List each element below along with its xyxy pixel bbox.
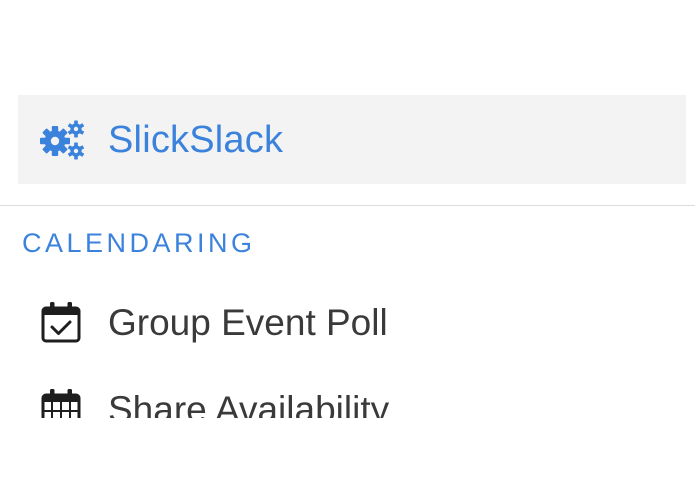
menu-item-group-event-poll[interactable]: Group Event Poll (0, 290, 695, 354)
menu-item-label: Share Availability (108, 388, 390, 419)
calendar-check-icon (41, 302, 81, 343)
app-name: SlickSlack (108, 118, 284, 161)
section-divider (0, 205, 695, 206)
section-heading-calendaring: CALENDARING (22, 228, 256, 258)
menu-item-label: Group Event Poll (108, 301, 388, 343)
calendaring-menu-list: Group Event Poll Share Availability (0, 290, 695, 418)
menu-item-share-availability[interactable]: Share Availability (0, 377, 695, 418)
calendar-grid-icon (41, 389, 81, 418)
app-header-button[interactable]: SlickSlack (18, 95, 686, 184)
gears-icon (40, 120, 85, 159)
app-menu-panel: SlickSlack CALENDARING Group Event Poll (0, 0, 695, 494)
